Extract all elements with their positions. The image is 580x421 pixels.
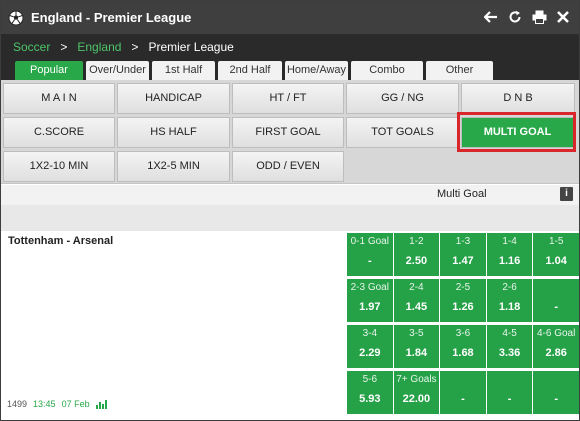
odds-cell[interactable]: 5-6 5.93 [347,371,393,414]
title-bar: England - Premier League [1,1,579,34]
tab-other[interactable]: Other [426,61,493,80]
market-tot-goals-button[interactable]: TOT GOALS [346,117,459,148]
odds-cell[interactable]: 2-5 1.26 [440,279,486,322]
breadcrumb-england[interactable]: England [77,40,121,54]
refresh-icon[interactable] [507,9,523,25]
odds-cell[interactable]: 1-4 1.16 [486,233,533,276]
breadcrumb-soccer[interactable]: Soccer [13,40,50,54]
tab-home-away[interactable]: Home/Away [285,61,348,80]
header-band: Soccer > England > Premier League Popula… [1,34,579,80]
close-icon[interactable] [555,9,571,25]
print-icon[interactable] [531,9,547,25]
odds-row: 2-3 Goal 1.97 2-4 1.45 2-5 1.26 2-6 1.18 - [347,279,579,322]
tab-bar: Popular Over/Under 1st Half 2nd Half Hom… [15,61,493,80]
odds-cell[interactable]: 3-5 1.84 [393,325,440,368]
market-hs-half-button[interactable]: HS HALF [117,117,230,148]
odds-cell[interactable]: 2-4 1.45 [393,279,440,322]
odds-cell[interactable]: 4-5 3.36 [486,325,533,368]
window-title: England - Premier League [31,10,192,25]
odds-cell[interactable]: 2-3 Goal 1.97 [347,279,393,322]
window-tools [483,9,571,25]
match-date: 07 Feb [61,399,90,409]
match-meta: 1499 13:45 07 Feb [7,399,107,409]
odds-row: 5-6 5.93 7+ Goals 22.00 - - - [347,371,579,414]
odds-cell[interactable]: 1-5 1.04 [533,233,579,276]
odds-row: 0-1 Goal - 1-2 2.50 1-3 1.47 1-4 1.16 1-5 1.0… [347,233,579,276]
market-odd-even-button[interactable]: ODD / EVEN [232,151,344,182]
odds-cell[interactable]: 4-6 Goal 2.86 [533,325,579,368]
tab-combo[interactable]: Combo [351,61,423,80]
odds-cell[interactable]: - [533,371,579,414]
market-correct-score-button[interactable]: C.SCORE [3,117,115,148]
odds-row: 3-4 2.29 3-5 1.84 3-6 1.68 4-5 3.36 4-6 Goal… [347,325,579,368]
soccer-ball-icon [8,10,24,25]
market-multi-goal-button[interactable]: MULTI GOAL [461,117,574,148]
match-time: 13:45 [33,399,56,409]
odds-cell[interactable]: - [440,371,486,414]
odds-cell[interactable]: 3-6 1.68 [440,325,486,368]
tab-over-under[interactable]: Over/Under [86,61,149,80]
market-dnb-button[interactable]: D N B [461,83,575,114]
match-row: Tottenham - Arsenal 1499 13:45 07 Feb 0-… [1,231,579,420]
breadcrumb: Soccer > England > Premier League [13,40,234,54]
market-1x2-5-min-button[interactable]: 1X2-5 MIN [117,151,230,182]
market-1x2-10-min-button[interactable]: 1X2-10 MIN [3,151,115,182]
odds-cell[interactable]: 2-6 1.18 [486,279,533,322]
odds-cell[interactable]: 3-4 2.29 [347,325,393,368]
tab-2nd-half[interactable]: 2nd Half [218,61,282,80]
breadcrumb-separator: > [60,40,68,54]
section-header: Multi Goal i [1,185,579,205]
match-teams: Tottenham - Arsenal [8,235,114,247]
odds-cell[interactable]: - [533,279,579,322]
tab-1st-half[interactable]: 1st Half [152,61,215,80]
tab-popular[interactable]: Popular [15,61,83,80]
match-code: 1499 [7,399,28,409]
divider-band [1,205,579,231]
odds-cell[interactable]: - [486,371,533,414]
window: England - Premier League Soccer > Englan… [0,0,580,421]
stats-icon[interactable] [95,399,107,409]
odds-cell[interactable]: 1-3 1.47 [440,233,486,276]
market-ht-ft-button[interactable]: HT / FT [232,83,344,114]
market-handicap-button[interactable]: HANDICAP [117,83,230,114]
breadcrumb-current: Premier League [148,40,234,54]
market-gg-ng-button[interactable]: GG / NG [346,83,459,114]
market-grid: M A I N HANDICAP HT / FT GG / NG D N B C… [1,80,579,184]
info-icon[interactable]: i [560,187,573,201]
odds-cell[interactable]: 0-1 Goal - [347,233,393,276]
market-main-button[interactable]: M A I N [3,83,115,114]
section-title: Multi Goal [437,188,487,200]
breadcrumb-separator: > [131,40,139,54]
back-arrow-icon[interactable] [483,9,499,25]
odds-cell[interactable]: 1-2 2.50 [393,233,440,276]
odds-cell[interactable]: 7+ Goals 22.00 [393,371,440,414]
market-first-goal-button[interactable]: FIRST GOAL [232,117,344,148]
